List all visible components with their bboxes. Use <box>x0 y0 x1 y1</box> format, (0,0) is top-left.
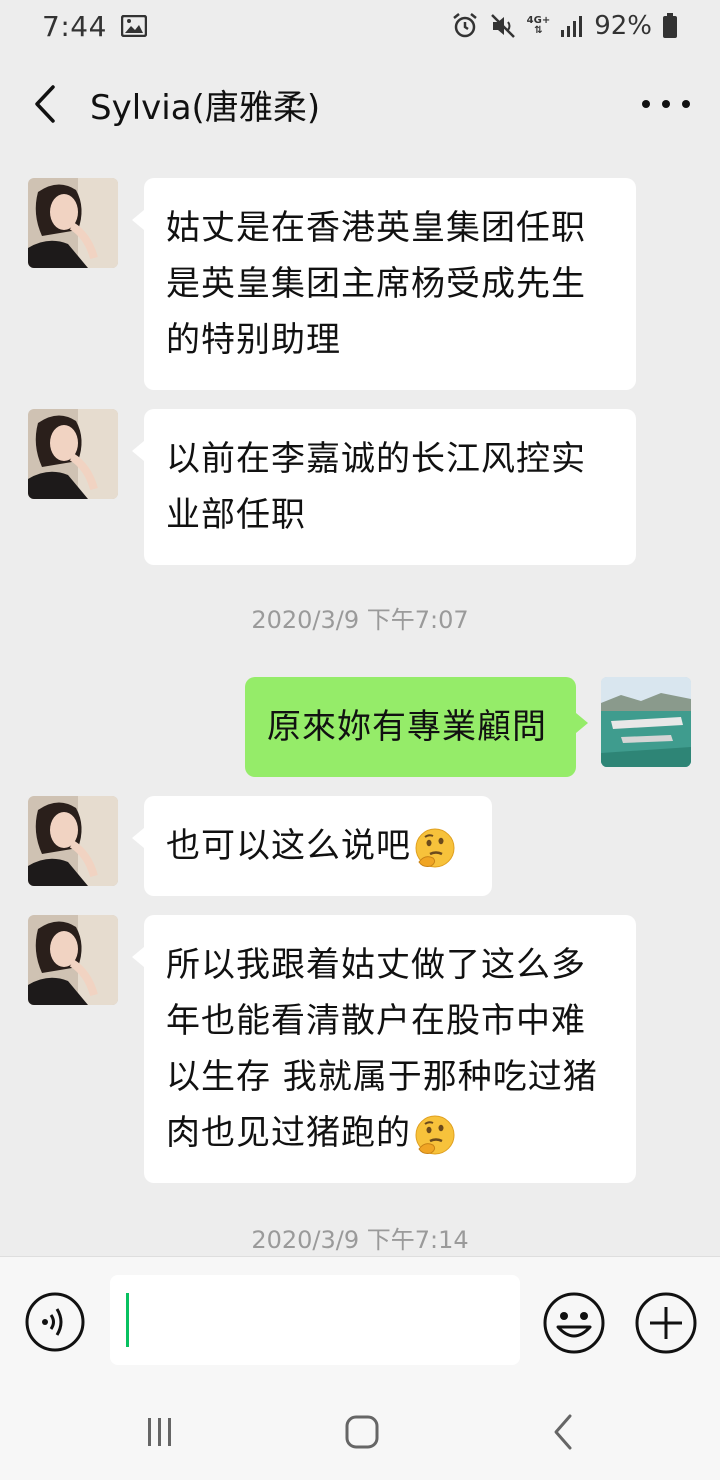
system-navigation-bar <box>0 1382 720 1480</box>
message-timestamp: 2020/3/9 下午7:07 <box>251 606 469 634</box>
contact-avatar[interactable] <box>28 178 118 268</box>
my-avatar[interactable] <box>601 677 691 767</box>
message-bubble[interactable]: 所以我跟着姑丈做了这么多 年也能看清散户在股市中难 以生存 我就属于那种吃过猪 … <box>132 915 636 1183</box>
message-text-line: 年也能看清散户在股市中难 <box>166 1001 586 1041</box>
message-text-line: 所以我跟着姑丈做了这么多 <box>166 945 586 985</box>
message-bubble[interactable]: 以前在李嘉诚的长江风控实 业部任职 <box>132 409 636 565</box>
status-time: 7:44 <box>42 9 107 43</box>
signal-icon <box>561 16 583 37</box>
network-type-icon: 4G+ ⇅ <box>526 15 551 36</box>
text-caret <box>126 1293 129 1347</box>
back-button[interactable] <box>0 54 90 154</box>
message-text-line: 以前在李嘉诚的长江风控实 <box>166 439 586 479</box>
recent-apps-button[interactable] <box>140 1412 180 1452</box>
battery-icon <box>663 13 677 38</box>
message-text-line: 原來妳有專業顧問 <box>267 707 547 747</box>
chat-header: Sylvia(唐雅柔) <box>0 52 720 156</box>
more-options-button[interactable] <box>638 82 694 126</box>
message-bubble[interactable]: 原來妳有專業顧問 <box>245 677 588 777</box>
message-text-line: 姑丈是在香港英皇集团任职 <box>166 208 586 248</box>
home-button[interactable] <box>342 1412 382 1452</box>
contact-avatar[interactable] <box>28 796 118 886</box>
alarm-icon <box>452 13 477 38</box>
back-arrow-icon <box>35 85 55 123</box>
image-notification-icon <box>120 15 147 37</box>
message-input[interactable] <box>110 1275 520 1365</box>
message-text-line: 的特别助理 <box>166 320 341 360</box>
message-text-line: 也可以这么说吧 <box>166 826 411 866</box>
message-bubble[interactable]: 姑丈是在香港英皇集团任职 是英皇集团主席杨受成先生 的特别助理 <box>132 178 636 390</box>
battery-percentage: 92% <box>594 11 652 41</box>
status-bar: 7:44 4G+ ⇅ 92% <box>0 0 720 52</box>
dot <box>642 100 650 108</box>
message-timestamp: 2020/3/9 下午7:14 <box>251 1226 469 1254</box>
message-text-line: 是英皇集团主席杨受成先生 <box>166 264 586 304</box>
message-text-line: 以生存 我就属于那种吃过猪 <box>166 1057 598 1097</box>
thinking-face-emoji-icon <box>415 828 455 867</box>
message-bubble[interactable]: 也可以这么说吧 <box>132 796 492 896</box>
message-text-line: 肉也见过猪跑的 <box>166 1113 411 1153</box>
contact-avatar[interactable] <box>28 915 118 1005</box>
thinking-face-emoji-icon <box>415 1115 455 1154</box>
dot <box>682 100 690 108</box>
message-text-line: 业部任职 <box>166 495 306 535</box>
dot <box>662 100 670 108</box>
emoji-button[interactable] <box>542 1291 606 1355</box>
chat-title[interactable]: Sylvia(唐雅柔) <box>90 80 320 129</box>
contact-avatar[interactable] <box>28 409 118 499</box>
voice-input-button[interactable] <box>24 1291 86 1353</box>
input-bar <box>0 1256 720 1382</box>
more-functions-button[interactable] <box>634 1291 698 1355</box>
back-nav-button[interactable] <box>544 1412 584 1452</box>
mute-icon <box>490 14 515 38</box>
chat-message-list[interactable]: 姑丈是在香港英皇集团任职 是英皇集团主席杨受成先生 的特别助理 以前在李嘉诚的长… <box>0 156 720 1256</box>
